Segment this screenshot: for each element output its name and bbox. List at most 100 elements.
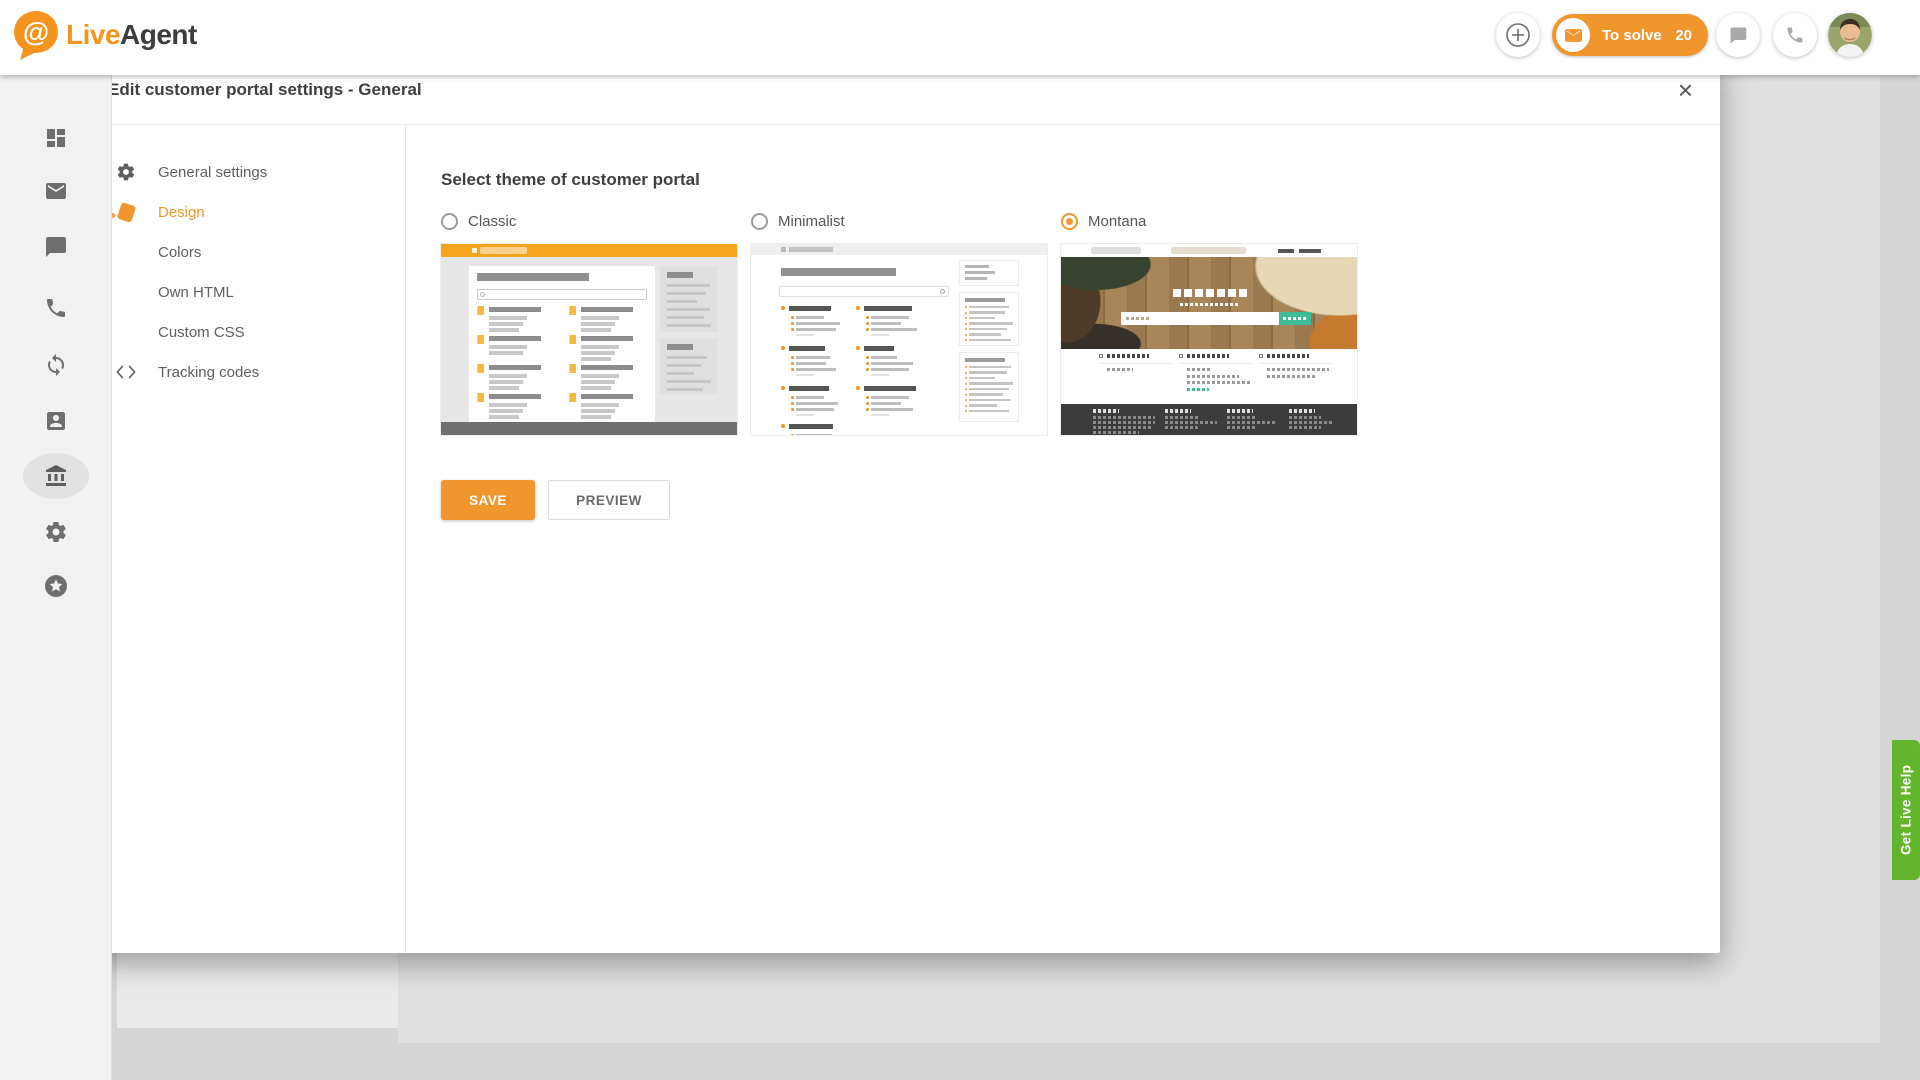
- envelope-icon: [1556, 18, 1590, 52]
- top-bar: @ LiveAgent To solve 20: [0, 0, 1920, 75]
- nav-item-own-html[interactable]: Own HTML: [92, 272, 405, 312]
- radio-label: Classic: [468, 213, 516, 230]
- radio-montana[interactable]: Montana: [1061, 210, 1357, 232]
- placeholder-bar: [469, 266, 655, 422]
- placeholder-bar: [660, 266, 718, 332]
- placeholder-bar: [1289, 409, 1315, 413]
- placeholder-bar: [441, 244, 737, 257]
- nav-item-label: Design: [158, 204, 205, 221]
- nav-item-tracking-codes[interactable]: Tracking codes: [92, 352, 405, 392]
- placeholder-bar: [569, 306, 576, 315]
- placeholder-bar: [1173, 289, 1181, 297]
- placeholder-bar: [969, 366, 1011, 369]
- calls-button[interactable]: [1773, 13, 1817, 57]
- placeholder-bar: [667, 272, 693, 278]
- plus-circle-icon: [1505, 22, 1531, 48]
- chat-bubble-icon: [1728, 25, 1748, 45]
- preview-button[interactable]: PREVIEW: [548, 480, 670, 520]
- placeholder-bar: [569, 393, 576, 402]
- placeholder-bar: [791, 402, 794, 405]
- placeholder-bar: [1289, 426, 1321, 429]
- placeholder-bar: [1126, 317, 1150, 320]
- gear-icon: [114, 160, 138, 184]
- placeholder-bar: [581, 386, 611, 390]
- placeholder-bar: [477, 393, 484, 402]
- placeholder-bar: [969, 306, 1009, 309]
- placeholder-bar: [480, 292, 485, 297]
- sidebar-item-starred[interactable]: [44, 574, 68, 598]
- placeholder-bar: [871, 362, 913, 365]
- placeholder-bar: [581, 374, 619, 378]
- theme-row: Classic Minimalist Montana: [441, 210, 1720, 435]
- main-sidebar: [0, 75, 112, 1080]
- placeholder-bar: [965, 298, 1005, 302]
- placeholder-bar: [796, 374, 814, 376]
- placeholder-bar: [1227, 409, 1253, 413]
- sidebar-item-customer-portal[interactable]: [44, 464, 68, 488]
- close-icon[interactable]: ×: [1678, 77, 1693, 103]
- placeholder-bar: [864, 386, 916, 391]
- placeholder-bar: [965, 271, 995, 274]
- placeholder-bar: [1061, 404, 1357, 435]
- placeholder-bar: [871, 368, 909, 371]
- placeholder-bar: [489, 409, 523, 413]
- placeholder-bar: [796, 414, 814, 416]
- sidebar-item-contacts[interactable]: [44, 409, 68, 433]
- sidebar-item-calls[interactable]: [44, 296, 68, 320]
- theme-thumbnail-montana[interactable]: [1061, 244, 1357, 435]
- nav-item-design[interactable]: Design: [92, 192, 405, 232]
- placeholder-bar: [871, 356, 897, 359]
- sidebar-item-chats[interactable]: [44, 235, 68, 259]
- placeholder-bar: [866, 408, 869, 411]
- placeholder-bar: [871, 402, 901, 405]
- get-live-help-tab[interactable]: Get Live Help: [1892, 740, 1920, 880]
- sidebar-item-tickets-mail[interactable]: [44, 179, 68, 203]
- placeholder-bar: [965, 306, 967, 308]
- nav-item-label: Colors: [158, 244, 201, 261]
- add-new-button[interactable]: [1496, 13, 1540, 57]
- sidebar-item-settings[interactable]: [44, 520, 68, 544]
- theme-thumbnail-classic[interactable]: [441, 244, 737, 435]
- placeholder-bar: [969, 322, 1013, 325]
- placeholder-bar: [1228, 289, 1236, 297]
- placeholder-bar: [581, 415, 611, 419]
- placeholder-bar: [965, 328, 967, 330]
- sidebar-item-dashboard[interactable]: [44, 126, 68, 150]
- placeholder-bar: [1099, 354, 1103, 358]
- nav-item-custom-css[interactable]: Custom CSS: [92, 312, 405, 352]
- placeholder-bar: [789, 346, 825, 351]
- radio-classic[interactable]: Classic: [441, 210, 737, 232]
- placeholder-bar: [1180, 303, 1238, 306]
- to-solve-button[interactable]: To solve 20: [1552, 14, 1708, 56]
- placeholder-bar: [871, 414, 889, 416]
- nav-item-colors[interactable]: Colors: [92, 232, 405, 272]
- placeholder-bar: [1267, 375, 1315, 378]
- placeholder-bar: [1099, 363, 1171, 364]
- placeholder-bar: [477, 306, 484, 315]
- placeholder-bar: [667, 356, 707, 359]
- placeholder-bar: [489, 415, 519, 419]
- placeholder-bar: [965, 383, 967, 385]
- chats-button[interactable]: [1716, 13, 1760, 57]
- placeholder-bar: [864, 306, 912, 311]
- placeholder-bar: [791, 356, 794, 359]
- placeholder-bar: [1299, 249, 1321, 253]
- nav-item-general-settings[interactable]: General settings: [92, 152, 405, 192]
- user-avatar[interactable]: [1828, 13, 1872, 57]
- placeholder-bar: [667, 372, 694, 375]
- placeholder-bar: [477, 289, 647, 300]
- save-button[interactable]: SAVE: [441, 480, 535, 520]
- placeholder-bar: [667, 284, 710, 287]
- theme-thumbnail-minimalist[interactable]: [751, 244, 1047, 435]
- placeholder-bar: [781, 346, 785, 350]
- placeholder-bar: [1187, 388, 1209, 391]
- placeholder-bar: [489, 307, 541, 312]
- placeholder-bar: [866, 402, 869, 405]
- sidebar-item-status-sync[interactable]: [44, 353, 68, 377]
- placeholder-bar: [581, 307, 633, 312]
- theme-option-montana: Montana: [1061, 210, 1357, 435]
- radio-label: Montana: [1088, 213, 1146, 230]
- placeholder-bar: [489, 374, 527, 378]
- radio-minimalist[interactable]: Minimalist: [751, 210, 1047, 232]
- liveagent-logo[interactable]: @ LiveAgent: [10, 8, 197, 62]
